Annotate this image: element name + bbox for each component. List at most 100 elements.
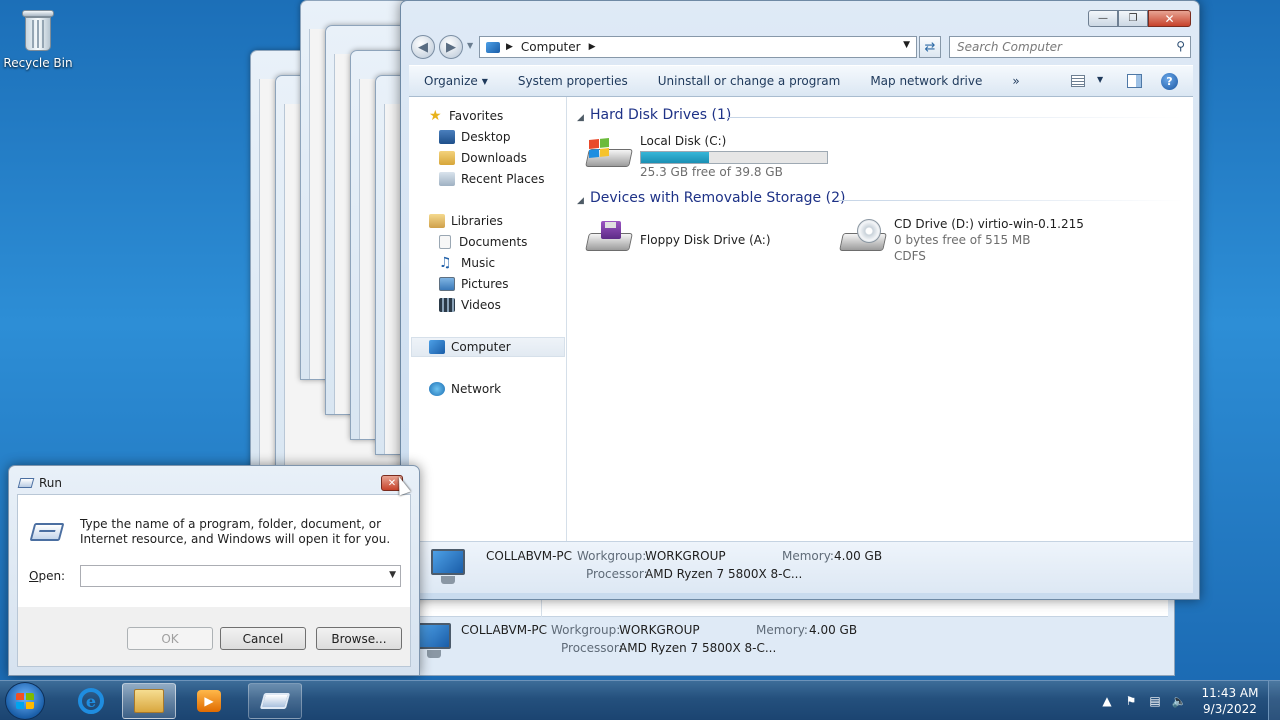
refresh-icon: ⇄ [924,39,936,55]
change-view-icon[interactable] [1071,75,1085,87]
pictures-icon [439,277,455,291]
nav-desktop[interactable]: Desktop [439,130,511,144]
breadcrumb-arrow-icon[interactable]: ▶ [589,42,596,52]
nav-downloads[interactable]: Downloads [439,151,527,165]
breadcrumb-arrow-icon[interactable]: ▶ [506,42,513,52]
drive-floppy-a[interactable]: Floppy Disk Drive (A:) [585,215,815,263]
bg-processor-label: Processor: [561,641,623,655]
explorer-window[interactable]: — ❐ ✕ ◀ ▶ ▼ ▶ Computer ▶ ▼ ⇄ Search Comp… [400,0,1200,600]
network-icon [429,382,445,396]
organize-menu[interactable]: Organize ▼ [409,66,503,96]
nav-favorites[interactable]: ★ Favorites [429,109,503,123]
map-network-drive-button[interactable]: Map network drive [855,66,997,96]
taskbar-media-player[interactable]: ▶ [182,683,236,719]
minimize-icon: — [1098,13,1108,24]
nav-videos[interactable]: Videos [439,298,501,312]
breadcrumb-computer[interactable]: Computer [521,40,581,54]
address-dropdown-icon[interactable]: ▼ [903,40,910,50]
help-icon[interactable]: ? [1161,73,1178,90]
run-description: Type the name of a program, folder, docu… [80,517,391,546]
close-icon: ✕ [1164,11,1175,26]
documents-icon [439,235,451,249]
action-center-flag-icon[interactable]: ⚑ [1123,693,1139,709]
taskbar-windows-explorer[interactable] [122,683,176,719]
view-options-dropdown[interactable]: ▼ [1097,75,1103,84]
recycle-bin-icon [21,8,55,52]
recent-pages-dropdown[interactable]: ▼ [467,41,473,50]
hard-drive-icon [585,135,633,171]
ok-button[interactable]: OK [127,627,213,650]
taskbar-run[interactable] [248,683,302,719]
drive-cd-d-name: CD Drive (D:) virtio-win-0.1.215 [894,217,1084,231]
search-icon[interactable]: ⚲ [1176,39,1185,53]
maximize-button[interactable]: ❐ [1118,10,1148,27]
bg-workgroup-value: WORKGROUP [619,623,700,637]
forward-button[interactable]: ▶ [439,35,463,59]
command-bar: Organize ▼ System properties Uninstall or… [409,65,1193,97]
nav-documents[interactable]: Documents [439,235,527,249]
run-program-icon [29,523,65,541]
drive-local-c[interactable]: Local Disk (C:) 25.3 GB free of 39.8 GB [585,131,845,179]
nav-network[interactable]: Network [429,382,501,396]
star-icon: ★ [429,108,442,124]
taskbar-internet-explorer[interactable]: e [64,683,118,719]
group-hard-disk-drives[interactable]: Hard Disk Drives (1) [590,107,731,123]
chevron-down-icon: ▼ [481,76,488,86]
system-properties-button[interactable]: System properties [503,66,643,96]
show-hidden-icons-button[interactable]: ▲ [1099,693,1115,709]
processor-value: AMD Ryzen 7 5800X 8-C... [645,567,803,581]
browse-button[interactable]: Browse... [316,627,402,650]
address-bar[interactable]: ▶ Computer ▶ ▼ [479,36,917,58]
start-button[interactable] [5,682,45,720]
cancel-button[interactable]: Cancel [220,627,306,650]
nav-libraries[interactable]: Libraries [429,214,503,228]
internet-explorer-icon: e [78,688,104,714]
drive-local-c-free: 25.3 GB free of 39.8 GB [640,165,783,179]
refresh-button[interactable]: ⇄ [919,36,941,58]
clock-date: 9/3/2022 [1203,702,1257,716]
collapse-arrow-icon[interactable]: ◢ [577,113,584,123]
run-title-bar: Run [17,476,62,490]
nav-pictures[interactable]: Pictures [439,277,509,291]
drive-cd-d[interactable]: CD Drive (D:) virtio-win-0.1.215 0 bytes… [839,215,1084,265]
nav-recent-places[interactable]: Recent Places [439,172,544,186]
processor-label: Processor: [586,567,648,581]
cd-drive-icon [839,219,887,255]
chevron-down-icon[interactable]: ▼ [389,570,396,580]
run-dialog[interactable]: Run ✕ Type the name of a program, folder… [8,465,420,676]
more-commands-button[interactable]: » [997,66,1034,96]
clock-time: 11:43 AM [1201,686,1259,700]
collapse-arrow-icon[interactable]: ◢ [577,196,584,206]
run-small-icon [17,478,35,488]
content-pane: ◢ Hard Disk Drives (1) Local Disk (C:) 2… [567,97,1193,541]
background-explorer-window: COLLABVM-PC Workgroup: WORKGROUP Memory:… [410,598,1175,676]
group-removable-storage[interactable]: Devices with Removable Storage (2) [590,190,845,206]
pc-name: COLLABVM-PC [486,549,573,563]
back-button[interactable]: ◀ [411,35,435,59]
taskbar-clock[interactable]: 11:43 AM 9/3/2022 [1196,685,1264,717]
open-label: Open: [29,569,66,583]
memory-value: 4.00 GB [834,549,883,563]
media-player-icon: ▶ [197,690,221,712]
minimize-button[interactable]: — [1088,10,1118,27]
close-button[interactable]: ✕ [1148,10,1191,27]
recent-places-icon [439,172,455,186]
preview-pane-icon[interactable] [1127,74,1142,88]
search-placeholder: Search Computer [957,40,1062,54]
open-combobox[interactable]: ▼ [80,565,401,587]
uninstall-program-button[interactable]: Uninstall or change a program [643,66,856,96]
windows-logo-icon [16,693,34,709]
search-input[interactable]: Search Computer ⚲ [949,36,1191,58]
computer-large-icon [425,547,469,587]
network-tray-icon[interactable]: ▤ [1147,693,1163,709]
bg-memory-value: 4.00 GB [809,623,858,637]
bg-pc-name: COLLABVM-PC [461,623,548,637]
recycle-bin-desktop-icon[interactable]: Recycle Bin [2,6,74,70]
computer-icon [429,340,445,354]
nav-computer[interactable]: Computer [429,340,511,354]
nav-music[interactable]: ♫ Music [439,256,495,270]
show-desktop-button[interactable] [1268,681,1280,720]
drive-cd-d-filesystem: CDFS [894,249,926,263]
volume-muted-icon[interactable]: 🔈 [1171,693,1187,709]
drive-cd-d-free: 0 bytes free of 515 MB [894,233,1031,247]
